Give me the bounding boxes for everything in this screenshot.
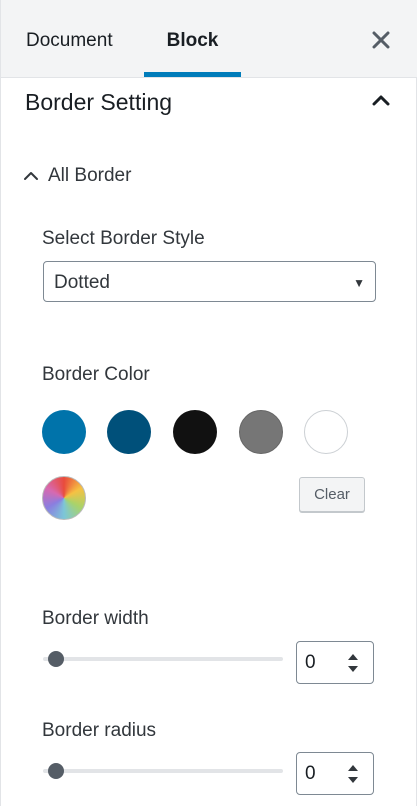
color-swatch-dark-blue[interactable] bbox=[107, 410, 151, 454]
border-style-label: Select Border Style bbox=[42, 228, 205, 249]
close-sidebar-button[interactable] bbox=[367, 26, 395, 54]
border-width-label: Border width bbox=[42, 608, 149, 629]
color-swatch-blue[interactable] bbox=[42, 410, 86, 454]
border-radius-input[interactable]: 0 bbox=[296, 752, 374, 795]
border-width-value: 0 bbox=[305, 652, 316, 673]
border-radius-slider-track[interactable] bbox=[43, 769, 283, 773]
color-swatch-black[interactable] bbox=[173, 410, 217, 454]
border-width-input[interactable]: 0 bbox=[296, 641, 374, 684]
all-border-label: All Border bbox=[48, 165, 132, 186]
color-wheel-icon[interactable] bbox=[42, 476, 86, 520]
section-collapse-toggle[interactable] bbox=[370, 90, 392, 110]
border-width-slider-thumb[interactable] bbox=[48, 651, 64, 667]
clear-color-button[interactable]: Clear bbox=[299, 477, 365, 512]
border-style-select[interactable]: Dotted ▼ bbox=[43, 261, 376, 302]
spinner-arrows-icon[interactable] bbox=[345, 760, 361, 788]
color-swatch-white[interactable] bbox=[304, 410, 348, 454]
active-tab-indicator bbox=[144, 72, 241, 77]
border-color-label: Border Color bbox=[42, 364, 150, 385]
dropdown-arrow-icon: ▼ bbox=[353, 276, 365, 290]
border-radius-slider-thumb[interactable] bbox=[48, 763, 64, 779]
caret-up-icon bbox=[24, 172, 38, 180]
spinner-arrows-icon[interactable] bbox=[345, 649, 361, 677]
close-icon bbox=[372, 31, 390, 49]
all-border-toggle[interactable]: All Border bbox=[23, 164, 131, 188]
color-swatch-gray[interactable] bbox=[239, 410, 283, 454]
chevron-up-icon bbox=[372, 95, 390, 106]
border-radius-label: Border radius bbox=[42, 720, 157, 741]
tab-block[interactable]: Block bbox=[144, 0, 241, 78]
tab-document[interactable]: Document bbox=[26, 0, 113, 78]
border-width-slider-track[interactable] bbox=[43, 657, 283, 661]
border-radius-value: 0 bbox=[305, 763, 316, 784]
sidebar-tabs: Document Block bbox=[1, 0, 417, 78]
block-settings-panel: Document Block Border Setting All Border… bbox=[0, 0, 417, 806]
border-style-value: Dotted bbox=[54, 272, 110, 293]
section-title[interactable]: Border Setting bbox=[25, 86, 172, 118]
